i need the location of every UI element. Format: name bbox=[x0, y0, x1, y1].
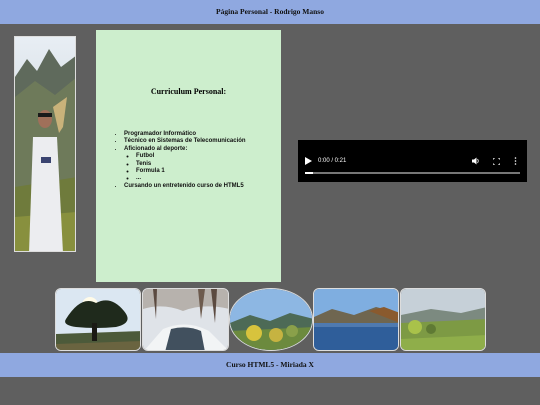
gallery-photo-river[interactable] bbox=[142, 288, 229, 351]
video-player[interactable]: 0:00 / 0:21 bbox=[298, 140, 527, 182]
page-header: Página Personal - Rodrigo Manso bbox=[0, 0, 540, 24]
fullscreen-icon[interactable] bbox=[493, 154, 500, 168]
cv-item: Aficionado al deporte: Futbol Tenis Form… bbox=[124, 146, 246, 183]
cv-item-label: Aficionado al deporte: bbox=[124, 145, 188, 152]
sport-item: Tenis bbox=[136, 161, 246, 168]
video-progress-fill bbox=[305, 172, 313, 174]
gallery-photo-lake[interactable] bbox=[313, 288, 399, 351]
video-time: 0:00 / 0:21 bbox=[318, 158, 347, 164]
page-footer: Curso HTML5 - Miriada X bbox=[0, 353, 540, 377]
sport-item: Formula 1 bbox=[136, 168, 246, 175]
cv-item: Cursando un entretenido curso de HTML5 bbox=[124, 183, 246, 190]
gallery-photo-meadow[interactable] bbox=[229, 288, 313, 351]
page-title: Página Personal - Rodrigo Manso bbox=[216, 7, 324, 16]
sports-list: Futbol Tenis Formula 1 ... bbox=[124, 153, 246, 183]
more-options-icon[interactable] bbox=[514, 154, 517, 168]
cv-item: Programador Informático bbox=[124, 131, 246, 138]
cv-list: Programador Informático Técnico en Siste… bbox=[112, 131, 246, 190]
cv-item: Técnico en Sistemas de Telecomunicación bbox=[124, 138, 246, 145]
sport-item: ... bbox=[136, 175, 246, 182]
sport-item: Futbol bbox=[136, 153, 246, 160]
play-icon[interactable] bbox=[305, 154, 312, 168]
gallery-photo-field[interactable] bbox=[400, 288, 486, 351]
footer-text: Curso HTML5 - Miriada X bbox=[226, 360, 314, 369]
volume-icon[interactable] bbox=[472, 154, 480, 168]
gallery-photo-tree[interactable] bbox=[55, 288, 141, 351]
video-controls: 0:00 / 0:21 bbox=[298, 154, 527, 168]
video-progress-bar[interactable] bbox=[305, 172, 520, 174]
cv-title: Curriculum Personal: bbox=[150, 87, 227, 96]
portrait-photo bbox=[14, 36, 76, 252]
curriculum-panel: Curriculum Personal: Programador Informá… bbox=[96, 30, 281, 282]
